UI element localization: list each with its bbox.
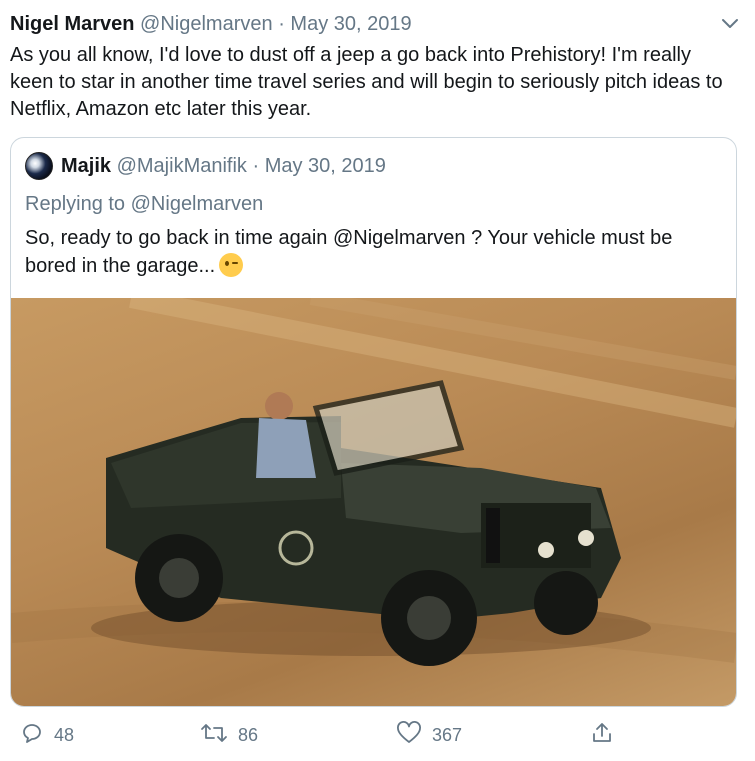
quoted-header: Majik @MajikManifik · May 30, 2019: [25, 152, 386, 180]
separator: ·: [252, 155, 260, 177]
reply-button[interactable]: 48: [20, 718, 74, 752]
avatar[interactable]: [25, 152, 53, 180]
retweet-button[interactable]: 86: [200, 718, 258, 752]
chevron-down-icon[interactable]: [719, 12, 741, 34]
replying-handle-link[interactable]: @Nigelmarven: [131, 193, 264, 215]
like-count: 367: [432, 724, 463, 745]
quoted-author-handle[interactable]: @MajikManifik: [117, 152, 247, 180]
quoted-author-name[interactable]: Majik: [61, 152, 111, 180]
quoted-text-content: So, ready to go back in time again @Nige…: [25, 227, 673, 277]
tweet-photo[interactable]: [11, 288, 736, 706]
quoted-date[interactable]: May 30, 2019: [265, 152, 386, 180]
tweet: Nigel Marven @Nigelmarven · May 30, 2019…: [0, 0, 755, 761]
replying-prefix: Replying to: [25, 193, 126, 215]
replying-to: Replying to @Nigelmarven: [25, 190, 263, 218]
jeep-photo-illustration: [11, 288, 736, 666]
author-name[interactable]: Nigel Marven: [10, 13, 134, 35]
tweet-date[interactable]: May 30, 2019: [290, 13, 411, 35]
share-button[interactable]: [590, 718, 624, 752]
tweet-text: As you all know, I'd love to dust off a …: [10, 44, 723, 120]
tweet-header: Nigel Marven @Nigelmarven · May 30, 2019: [10, 10, 745, 38]
like-icon: [396, 720, 432, 750]
winking-face-icon: [219, 253, 244, 277]
quoted-text: So, ready to go back in time again @Nige…: [25, 224, 725, 280]
reply-icon: [20, 721, 54, 750]
share-icon: [590, 721, 624, 750]
retweet-count: 86: [238, 724, 259, 745]
retweet-icon: [200, 721, 238, 750]
separator: ·: [278, 13, 285, 35]
like-button[interactable]: 367: [396, 718, 462, 752]
reply-count: 48: [54, 724, 75, 745]
author-handle[interactable]: @Nigelmarven: [140, 13, 273, 35]
tweet-actions: 48 86 367: [0, 718, 755, 752]
quoted-tweet[interactable]: Majik @MajikManifik · May 30, 2019 Reply…: [10, 137, 737, 707]
